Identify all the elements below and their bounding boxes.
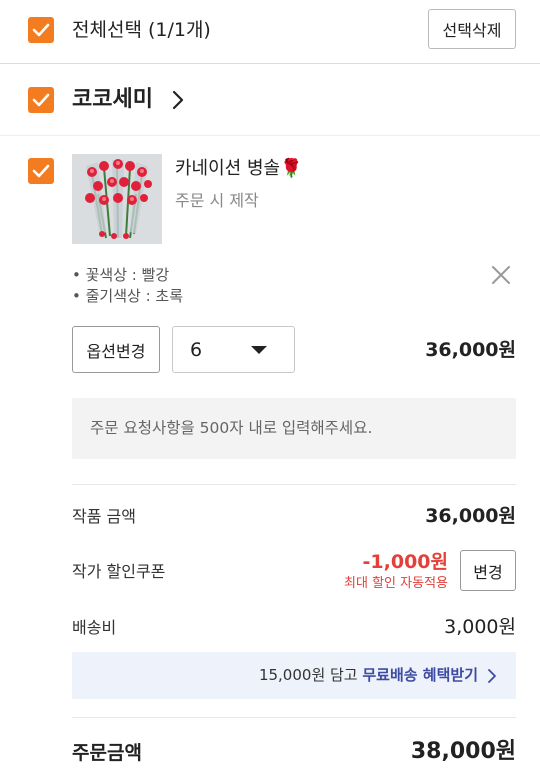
checkmark-icon [32, 93, 50, 107]
coupon-label: 작가 할인쿠폰 [72, 562, 166, 581]
coupon-discount-value: -1,000원 [362, 551, 448, 573]
divider [72, 484, 516, 485]
option-stem-color: • 줄기색상 : 초록 [72, 287, 184, 305]
divider [0, 63, 540, 64]
shop-name[interactable]: 코코세미 [72, 86, 153, 114]
order-total-value: 38,000원 [410, 739, 516, 764]
caret-down-icon [251, 346, 267, 354]
quantity-value: 6 [190, 339, 203, 361]
coupon-auto-note: 최대 할인 자동적용 [344, 576, 448, 591]
checkmark-icon [32, 164, 50, 178]
shipping-value: 3,000원 [444, 616, 516, 638]
checkmark-icon [32, 23, 50, 37]
shop-checkbox[interactable] [28, 87, 54, 113]
product-subtitle: 주문 시 제작 [175, 191, 259, 210]
product-amount-label: 작품 금액 [72, 507, 136, 526]
free-shipping-prefix: 15,000원 담고 [258, 666, 363, 684]
divider [0, 135, 540, 136]
quantity-select[interactable]: 6 [172, 326, 295, 373]
close-icon[interactable] [490, 264, 512, 286]
divider [72, 717, 516, 718]
change-option-button[interactable]: 옵션변경 [72, 326, 160, 373]
chevron-right-icon[interactable] [170, 89, 186, 111]
free-shipping-link[interactable]: 무료배송 혜택받기 [362, 666, 478, 684]
coupon-change-button[interactable]: 변경 [460, 550, 516, 591]
option-color: • 꽃색상 : 빨강 [72, 266, 170, 284]
order-request-input[interactable]: 주문 요청사항을 500자 내로 입력해주세요. [72, 398, 516, 459]
product-thumbnail[interactable] [72, 154, 162, 244]
product-title[interactable]: 카네이션 병솔🌹 [175, 157, 303, 181]
product-amount-value: 36,000원 [425, 505, 516, 527]
order-request-placeholder: 주문 요청사항을 500자 내로 입력해주세요. [90, 419, 373, 437]
select-all-checkbox[interactable] [28, 17, 54, 43]
select-all-label: 전체선택 (1/1개) [72, 19, 211, 41]
shipping-label: 배송비 [72, 618, 117, 637]
order-total-label: 주문금액 [72, 742, 142, 764]
chevron-right-icon [488, 669, 496, 683]
item-price: 36,000원 [425, 339, 516, 361]
free-shipping-banner[interactable]: 15,000원 담고 무료배송 혜택받기 [72, 652, 516, 699]
delete-selected-button[interactable]: 선택삭제 [428, 9, 516, 49]
item-checkbox[interactable] [28, 158, 54, 184]
